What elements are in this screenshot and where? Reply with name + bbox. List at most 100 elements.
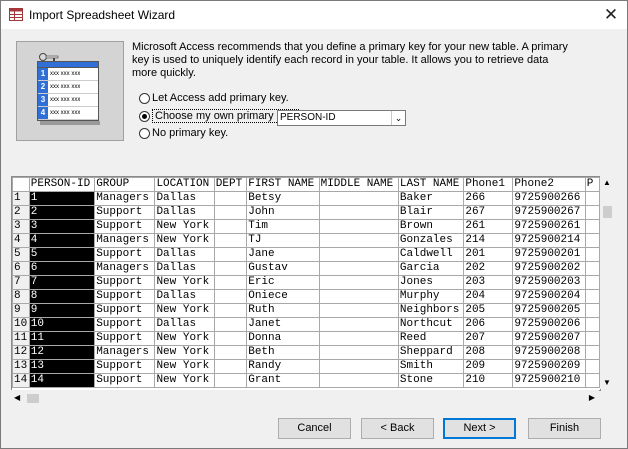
table-cell[interactable]	[213, 247, 248, 262]
table-cell[interactable]: Northcut	[397, 317, 465, 332]
table-cell[interactable]: New York	[154, 219, 215, 234]
column-header[interactable]: P	[584, 177, 600, 192]
next-button[interactable]: Next >	[443, 418, 516, 439]
radio-choose-primary-key[interactable]	[139, 110, 150, 122]
table-cell[interactable]: 9725900266	[512, 191, 586, 206]
table-cell[interactable]: 9725900201	[512, 247, 586, 262]
table-cell[interactable]	[584, 373, 600, 388]
table-cell[interactable]: Sheppard	[397, 345, 465, 360]
table-cell[interactable]: 209	[463, 359, 514, 374]
table-cell[interactable]: Jones	[397, 275, 465, 290]
table-cell[interactable]: 9725900207	[512, 331, 586, 346]
table-cell[interactable]: Dallas	[154, 247, 215, 262]
radio-add-primary-key[interactable]	[139, 92, 150, 104]
table-cell[interactable]	[213, 261, 248, 276]
horizontal-scrollbar[interactable]: ◀ ▶	[11, 390, 599, 406]
table-cell[interactable]: 203	[463, 275, 514, 290]
table-cell[interactable]: New York	[154, 331, 215, 346]
table-cell[interactable]	[584, 345, 600, 360]
table-cell[interactable]	[318, 359, 399, 374]
table-cell[interactable]: 9725900202	[512, 261, 586, 276]
table-cell[interactable]: Stone	[397, 373, 465, 388]
table-cell[interactable]: Janet	[246, 317, 320, 332]
column-header[interactable]: DEPT	[213, 177, 248, 192]
table-cell[interactable]	[584, 205, 600, 220]
table-cell[interactable]: 9725900214	[512, 233, 586, 248]
table-cell[interactable]: 9725900204	[512, 289, 586, 304]
chevron-down-icon[interactable]: ⌄	[391, 111, 405, 125]
table-cell[interactable]	[318, 275, 399, 290]
table-cell[interactable]: Neighbors	[397, 303, 465, 318]
table-cell[interactable]: 11	[28, 331, 96, 346]
option-add-primary-key[interactable]: Let Access add primary key.	[139, 91, 289, 105]
vertical-scrollbar[interactable]: ▲ ▼	[600, 176, 616, 389]
table-cell[interactable]: Oniece	[246, 289, 320, 304]
table-cell[interactable]: 207	[463, 331, 514, 346]
table-cell[interactable]: Randy	[246, 359, 320, 374]
table-cell[interactable]	[213, 275, 248, 290]
table-cell[interactable]: 205	[463, 303, 514, 318]
table-cell[interactable]	[213, 317, 248, 332]
table-cell[interactable]: Tim	[246, 219, 320, 234]
table-cell[interactable]	[213, 359, 248, 374]
option-add-primary-key-label[interactable]: Let Access add primary key.	[152, 92, 289, 104]
table-cell[interactable]: Support	[94, 373, 156, 388]
table-cell[interactable]: Reed	[397, 331, 465, 346]
table-cell[interactable]: Dallas	[154, 289, 215, 304]
column-header[interactable]: FIRST NAME	[246, 177, 320, 192]
table-cell[interactable]	[318, 233, 399, 248]
table-cell[interactable]: 206	[463, 317, 514, 332]
table-cell[interactable]: 9	[28, 303, 96, 318]
table-cell[interactable]	[318, 317, 399, 332]
table-cell[interactable]: Donna	[246, 331, 320, 346]
table-cell[interactable]: Managers	[94, 261, 156, 276]
table-cell[interactable]: Support	[94, 275, 156, 290]
table-cell[interactable]	[318, 219, 399, 234]
table-cell[interactable]: Dallas	[154, 261, 215, 276]
table-cell[interactable]: Betsy	[246, 191, 320, 206]
table-cell[interactable]	[584, 359, 600, 374]
table-cell[interactable]	[318, 191, 399, 206]
option-no-primary-key[interactable]: No primary key.	[139, 126, 228, 140]
column-header[interactable]: GROUP	[94, 177, 156, 192]
table-cell[interactable]: Jane	[246, 247, 320, 262]
primary-key-field-select[interactable]: PERSON-ID ⌄	[277, 110, 406, 126]
horizontal-scroll-thumb[interactable]	[27, 394, 39, 403]
table-cell[interactable]: Grant	[246, 373, 320, 388]
table-cell[interactable]: Murphy	[397, 289, 465, 304]
table-cell[interactable]: Support	[94, 331, 156, 346]
table-cell[interactable]: 12	[28, 345, 96, 360]
table-cell[interactable]	[584, 275, 600, 290]
table-cell[interactable]	[584, 247, 600, 262]
table-cell[interactable]	[318, 247, 399, 262]
table-cell[interactable]: Dallas	[154, 317, 215, 332]
vertical-scroll-thumb[interactable]	[603, 206, 612, 218]
close-icon[interactable]: ✕	[601, 5, 621, 25]
table-cell[interactable]: Support	[94, 359, 156, 374]
table-cell[interactable]	[213, 331, 248, 346]
table-cell[interactable]: Dallas	[154, 191, 215, 206]
table-cell[interactable]	[318, 289, 399, 304]
back-button[interactable]: < Back	[361, 418, 434, 439]
table-cell[interactable]: 201	[463, 247, 514, 262]
scroll-right-icon[interactable]: ▶	[589, 393, 595, 402]
option-no-primary-key-label[interactable]: No primary key.	[152, 127, 228, 139]
table-cell[interactable]: Gustav	[246, 261, 320, 276]
column-header[interactable]: Phone1	[463, 177, 514, 192]
table-cell[interactable]	[584, 317, 600, 332]
table-cell[interactable]	[584, 191, 600, 206]
table-cell[interactable]	[213, 219, 248, 234]
table-cell[interactable]: 204	[463, 289, 514, 304]
table-cell[interactable]: Brown	[397, 219, 465, 234]
table-cell[interactable]: 9725900205	[512, 303, 586, 318]
table-cell[interactable]: 3	[28, 219, 96, 234]
table-cell[interactable]: Support	[94, 289, 156, 304]
table-cell[interactable]: 208	[463, 345, 514, 360]
option-choose-primary-key[interactable]: Choose my own primary key.	[139, 109, 300, 123]
scroll-down-icon[interactable]: ▼	[603, 378, 611, 387]
table-cell[interactable]	[318, 261, 399, 276]
column-header[interactable]: LOCATION	[154, 177, 215, 192]
table-cell[interactable]: 7	[28, 275, 96, 290]
table-cell[interactable]	[213, 303, 248, 318]
table-cell[interactable]: 266	[463, 191, 514, 206]
